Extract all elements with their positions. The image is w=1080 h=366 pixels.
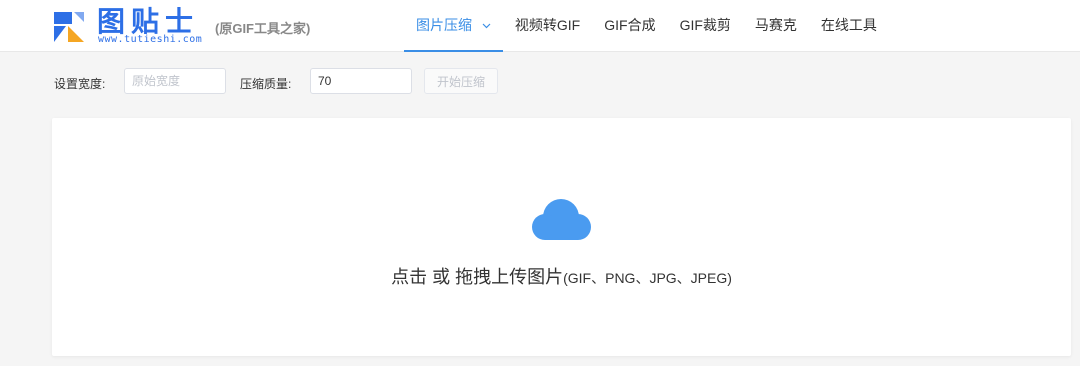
width-label: 设置宽度: (54, 77, 106, 91)
nav-item-online-tools[interactable]: 在线工具 (809, 0, 889, 51)
nav-item-gif-crop[interactable]: GIF裁剪 (668, 0, 743, 51)
chevron-down-icon (482, 23, 491, 29)
nav-item-mosaic[interactable]: 马赛克 (743, 0, 809, 51)
cloud-icon (532, 199, 591, 240)
logo-url: www.tutieshi.com (98, 34, 203, 45)
main-nav: 图片压缩 视频转GIF GIF合成 GIF裁剪 马赛克 在线工具 (404, 0, 889, 52)
upload-dropzone[interactable]: 点击 或 拖拽上传图片(GIF、PNG、JPG、JPEG) (52, 118, 1071, 356)
upload-main-text: 点击 或 拖拽上传图片 (391, 267, 564, 287)
upload-instruction: 点击 或 拖拽上传图片(GIF、PNG、JPG、JPEG) (52, 263, 1071, 289)
quality-input[interactable] (310, 68, 412, 94)
nav-item-label: 视频转GIF (514, 17, 581, 33)
logo-tagline: (原GIF工具之家) (215, 21, 311, 36)
quality-label: 压缩质量: (240, 77, 292, 91)
site-header: 图贴士 www.tutieshi.com (原GIF工具之家) 图片压缩 视频转… (0, 0, 1080, 52)
nav-item-video-to-gif[interactable]: 视频转GIF (503, 0, 592, 51)
site-logo[interactable]: 图贴士 www.tutieshi.com (原GIF工具之家) (52, 4, 352, 48)
logo-mark-icon (54, 12, 84, 42)
nav-item-image-compress[interactable]: 图片压缩 (404, 0, 503, 52)
upload-formats-text: (GIF、PNG、JPG、JPEG) (563, 270, 732, 286)
nav-item-label: 在线工具 (820, 17, 877, 33)
nav-item-gif-merge[interactable]: GIF合成 (592, 0, 667, 51)
width-input[interactable] (124, 68, 226, 94)
start-compress-button[interactable]: 开始压缩 (424, 68, 498, 94)
nav-item-label: 图片压缩 (416, 17, 472, 33)
nav-item-label: GIF合成 (604, 17, 656, 33)
nav-item-label: GIF裁剪 (679, 17, 731, 33)
nav-item-label: 马赛克 (754, 17, 797, 33)
